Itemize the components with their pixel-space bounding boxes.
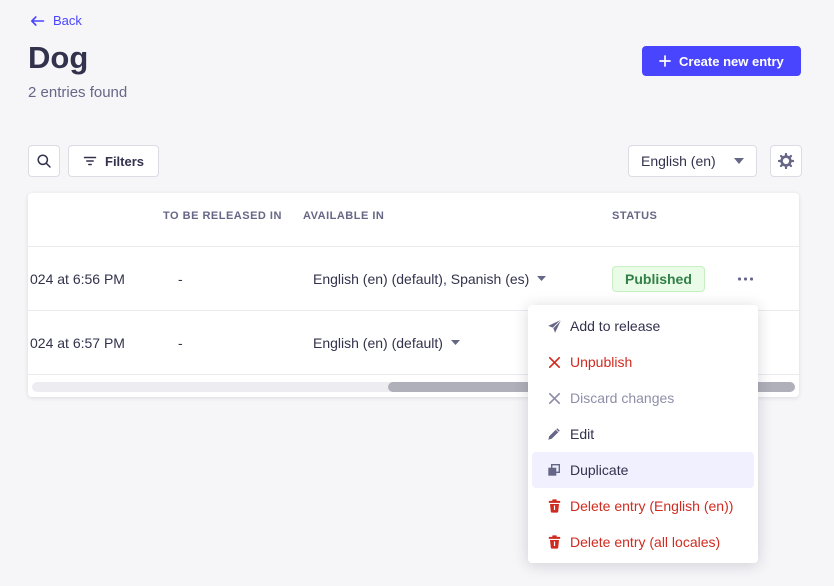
filters-button[interactable]: Filters [68,145,159,177]
column-header-status[interactable]: STATUS [612,210,657,222]
chevron-down-icon [734,158,744,164]
table-header-row: TO BE RELEASED IN AVAILABLE IN STATUS [28,193,799,247]
menu-item-edit[interactable]: Edit [532,416,754,452]
cell-updated-at: 024 at 6:56 PM [30,271,125,287]
menu-item-label: Unpublish [570,354,632,370]
locale-select[interactable]: English (en) [628,145,757,177]
gear-icon [778,153,794,169]
trash-icon [546,534,562,550]
column-header-available-in[interactable]: AVAILABLE IN [303,210,384,222]
arrow-left-icon [30,15,45,27]
column-header-to-be-released-in[interactable]: TO BE RELEASED IN [163,210,282,222]
cell-available-in[interactable]: English (en) (default) [313,335,460,351]
menu-item-add-to-release[interactable]: Add to release [532,308,754,344]
chevron-down-icon [537,276,546,281]
menu-item-label: Edit [570,426,594,442]
back-label: Back [53,13,82,28]
menu-item-label: Add to release [570,318,660,334]
entries-count: 2 entries found [28,84,127,101]
trash-icon [546,498,562,514]
filter-icon [83,155,97,167]
available-locales-text: English (en) (default) [313,335,443,351]
cell-to-be-released-in: - [178,335,183,351]
duplicate-icon [546,462,562,478]
create-new-entry-button[interactable]: Create new entry [642,46,801,76]
menu-item-label: Discard changes [570,390,674,406]
cell-updated-at: 024 at 6:57 PM [30,335,125,351]
cell-to-be-released-in: - [178,271,183,287]
chevron-down-icon [451,340,460,345]
cross-icon [546,354,562,370]
locale-select-value: English (en) [641,153,716,169]
settings-button[interactable] [770,145,802,177]
create-new-entry-label: Create new entry [679,54,784,69]
filters-label: Filters [105,154,144,169]
more-options-button[interactable] [734,273,757,284]
menu-item-label: Delete entry (English (en)) [570,498,733,514]
row-actions-menu: Add to release Unpublish Discard changes… [528,305,758,563]
status-badge: Published [612,266,705,292]
menu-item-delete-entry-locale[interactable]: Delete entry (English (en)) [532,488,754,524]
menu-item-duplicate[interactable]: Duplicate [532,452,754,488]
menu-item-label: Delete entry (all locales) [570,534,720,550]
search-button[interactable] [28,145,60,177]
plus-icon [659,55,671,67]
paper-plane-icon [546,318,562,334]
menu-item-unpublish[interactable]: Unpublish [532,344,754,380]
page-title: Dog [28,40,88,76]
back-link[interactable]: Back [30,13,82,28]
available-locales-text: English (en) (default), Spanish (es) [313,271,529,287]
cross-icon [546,390,562,406]
menu-item-delete-entry-all-locales[interactable]: Delete entry (all locales) [532,524,754,560]
menu-item-label: Duplicate [570,462,628,478]
pencil-icon [546,426,562,442]
menu-item-discard-changes[interactable]: Discard changes [532,380,754,416]
cell-available-in[interactable]: English (en) (default), Spanish (es) [313,271,546,287]
search-icon [36,153,52,169]
table-row[interactable]: 024 at 6:56 PM - English (en) (default),… [28,247,799,311]
